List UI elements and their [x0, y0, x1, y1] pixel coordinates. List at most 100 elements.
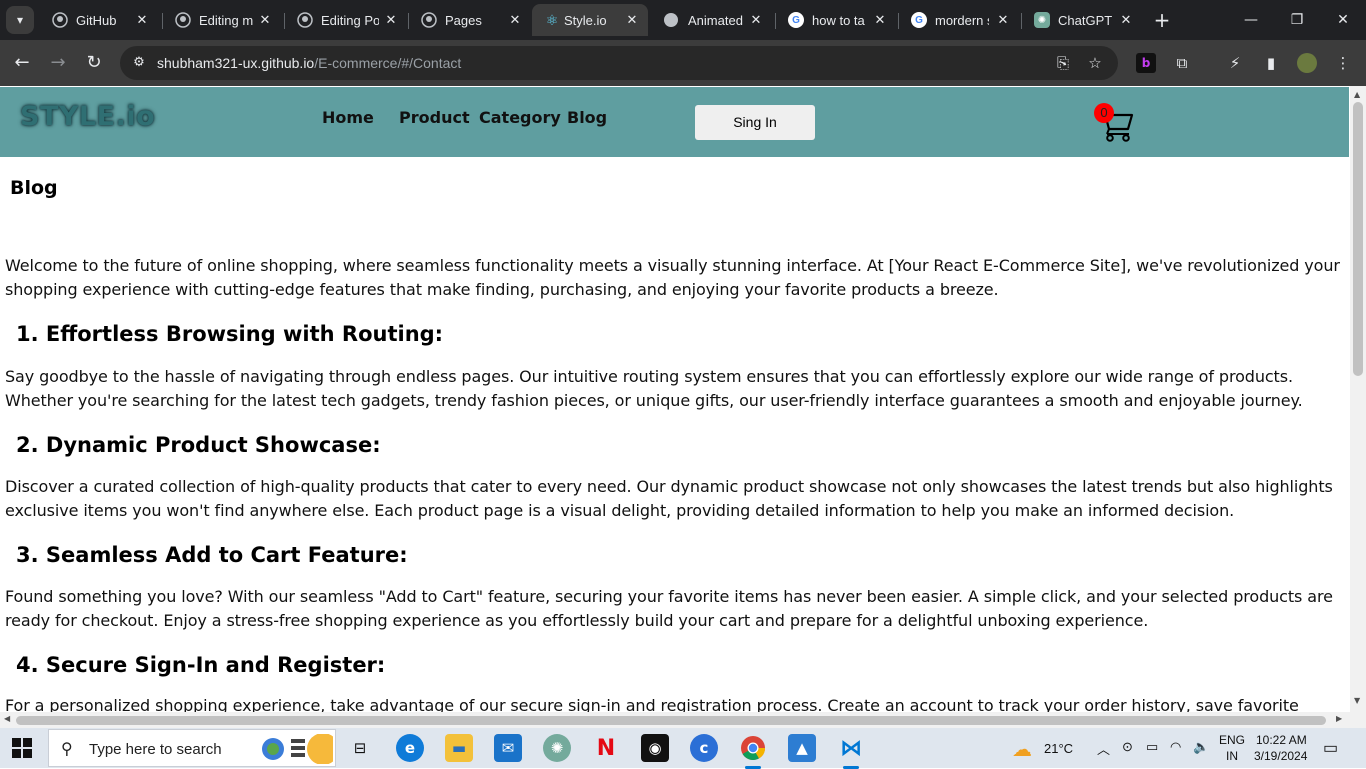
tab-title: Pages — [445, 13, 482, 28]
cart-count-badge: 0 — [1094, 103, 1114, 123]
menu-dots-icon[interactable]: ⋮ — [1333, 53, 1353, 73]
copilot-icon[interactable]: c — [690, 734, 718, 762]
tab-pages[interactable]: Pages ✕ — [409, 4, 531, 36]
chrome-icon[interactable] — [739, 734, 767, 769]
vscode-icon[interactable]: ⋈ — [837, 734, 865, 769]
section-heading: 2. Dynamic Product Showcase: — [16, 433, 381, 457]
scroll-right-arrow-icon[interactable]: ▶ — [1336, 714, 1342, 723]
new-tab-button[interactable]: + — [1150, 8, 1174, 32]
weather-temp: 21°C — [1044, 741, 1074, 756]
chevron-up-icon[interactable]: ︿ — [1097, 739, 1110, 757]
bookmark-star-icon[interactable]: ☆ — [1086, 54, 1104, 72]
scroll-down-arrow-icon[interactable]: ▼ — [1354, 696, 1360, 705]
forward-button[interactable]: → — [44, 49, 72, 77]
close-icon[interactable]: ✕ — [995, 12, 1011, 28]
section-body: Found something you love? With our seaml… — [5, 587, 1333, 630]
google-icon: G — [788, 12, 804, 28]
tab-search-button[interactable]: ▾ — [6, 6, 34, 34]
meet-now-icon[interactable]: ⊙ — [1122, 739, 1133, 757]
tab-title: how to ta — [812, 13, 865, 28]
section-body: Discover a curated collection of high-qu… — [5, 477, 1333, 520]
close-icon[interactable]: ✕ — [383, 12, 399, 28]
reload-button[interactable]: ↻ — [80, 49, 108, 77]
wifi-icon[interactable]: ◠ — [1170, 739, 1181, 757]
file-explorer-icon[interactable]: ▬ — [445, 734, 473, 762]
netflix-icon[interactable]: N — [592, 734, 620, 762]
windows-taskbar: ⚲ Type here to search ⊟ e ▬ ✉ ✺ N ◉ c ▲ … — [0, 728, 1366, 769]
search-highlight-icon — [262, 734, 333, 764]
react-icon: ⚛ — [545, 11, 559, 28]
tab-how-to[interactable]: G how to ta ✕ — [776, 4, 896, 36]
section-body: Say goodbye to the hassle of navigating … — [5, 367, 1303, 410]
close-icon[interactable]: ✕ — [1118, 12, 1134, 28]
tab-title: Style.io — [564, 13, 607, 28]
extension-icon[interactable]: b — [1136, 53, 1156, 73]
close-window-button[interactable]: ✕ — [1320, 6, 1366, 34]
close-icon[interactable]: ✕ — [624, 12, 640, 28]
address-bar[interactable]: ⚙ shubham321-ux.github.io/E-commerce/#/C… — [120, 46, 1118, 80]
tab-title: Editing Po — [321, 13, 379, 28]
sign-in-button[interactable]: Sing In — [695, 105, 815, 140]
nav-blog[interactable]: Blog — [567, 108, 607, 127]
github-icon — [421, 12, 437, 28]
tab-strip: ▾ GitHub ✕ Editing m ✕ Editing Po ✕ Page… — [0, 0, 1366, 40]
restore-button[interactable]: ❐ — [1274, 6, 1320, 34]
language-indicator[interactable]: ENG IN — [1218, 728, 1248, 768]
lang-region: IN — [1226, 749, 1238, 763]
clock-date: 3/19/2024 — [1254, 749, 1308, 763]
tab-github[interactable]: GitHub ✕ — [40, 4, 158, 36]
site-logo[interactable]: STYLE.io — [20, 101, 155, 132]
taskbar-search-box[interactable]: ⚲ Type here to search — [48, 729, 336, 767]
tab-animated[interactable]: Animated ✕ — [652, 4, 772, 36]
close-icon[interactable]: ✕ — [748, 12, 764, 28]
close-icon[interactable]: ✕ — [134, 12, 150, 28]
tab-chatgpt[interactable]: ✺ ChatGPT ✕ — [1022, 4, 1142, 36]
scrollbar-thumb[interactable] — [16, 716, 1326, 725]
google-icon: G — [911, 12, 927, 28]
performance-icon[interactable]: ⚡ — [1225, 53, 1245, 73]
clock[interactable]: 10:22 AM 3/19/2024 — [1252, 728, 1314, 768]
blog-intro: Welcome to the future of online shopping… — [5, 256, 1340, 299]
task-view-icon[interactable]: ⊟ — [346, 734, 374, 762]
edge-icon[interactable]: e — [396, 734, 424, 762]
scroll-up-arrow-icon[interactable]: ▲ — [1354, 90, 1360, 99]
scrollbar-thumb[interactable] — [1353, 102, 1363, 376]
tab-mordern[interactable]: G mordern s ✕ — [899, 4, 1019, 36]
chatgpt-app-icon[interactable]: ✺ — [543, 734, 571, 762]
side-panel-icon[interactable]: ▮ — [1261, 53, 1281, 73]
nav-product[interactable]: Product — [399, 108, 470, 127]
weather-widget[interactable]: ☁ 21°C — [1010, 728, 1080, 768]
vertical-scrollbar[interactable]: ▲ ▼ — [1350, 86, 1366, 712]
close-icon[interactable]: ✕ — [257, 12, 273, 28]
clock-time: 10:22 AM — [1256, 733, 1307, 747]
page-title: Blog — [10, 177, 58, 199]
site-settings-icon[interactable]: ⚙ — [130, 54, 148, 72]
profile-avatar[interactable] — [1297, 53, 1317, 73]
github-desktop-icon[interactable]: ◉ — [641, 734, 669, 762]
nav-category[interactable]: Category — [479, 108, 561, 127]
page-viewport: STYLE.io Home Product Category Blog Sing… — [0, 86, 1350, 712]
photos-icon[interactable]: ▲ — [788, 734, 816, 762]
battery-icon[interactable]: ▭ — [1146, 739, 1158, 757]
nav-home[interactable]: Home — [322, 108, 374, 127]
url-text[interactable]: shubham321-ux.github.io/E-commerce/#/Con… — [157, 55, 461, 71]
tab-editing-po[interactable]: Editing Po ✕ — [285, 4, 407, 36]
horizontal-scrollbar[interactable]: ◀ ▶ — [0, 712, 1366, 728]
close-icon[interactable]: ✕ — [507, 12, 523, 28]
tab-editing-m[interactable]: Editing m ✕ — [163, 4, 281, 36]
minimize-button[interactable]: — — [1228, 6, 1274, 34]
tab-title: GitHub — [76, 13, 117, 28]
notifications-icon[interactable]: ▭ — [1323, 738, 1338, 758]
back-button[interactable]: ← — [8, 49, 36, 77]
section-heading: 3. Seamless Add to Cart Feature: — [16, 543, 408, 567]
extensions-puzzle-icon[interactable]: ⧉ — [1172, 53, 1192, 73]
close-icon[interactable]: ✕ — [872, 12, 888, 28]
mail-icon[interactable]: ✉ — [494, 734, 522, 762]
install-app-icon[interactable]: ⎘ — [1054, 54, 1072, 72]
scroll-left-arrow-icon[interactable]: ◀ — [4, 714, 10, 723]
lang-code: ENG — [1219, 733, 1246, 747]
tab-title: Editing m — [199, 13, 254, 28]
tab-style-io[interactable]: ⚛ Style.io ✕ — [532, 4, 648, 36]
volume-icon[interactable]: 🔈 — [1193, 739, 1209, 757]
windows-start-icon[interactable] — [12, 738, 32, 758]
